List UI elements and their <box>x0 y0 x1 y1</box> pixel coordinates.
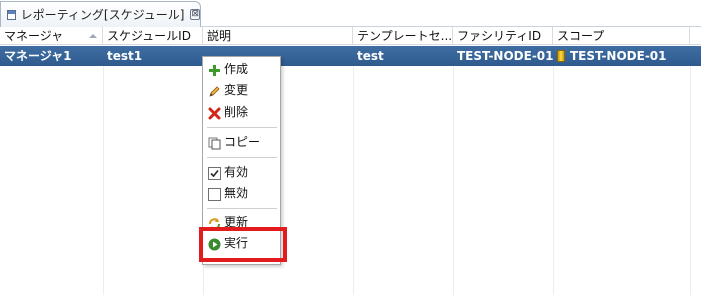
menu-item-label: コピー <box>224 135 261 149</box>
column-divider <box>553 46 554 295</box>
view-tab-bar: レポーティング[スケジュール] ⊠ <box>0 0 701 27</box>
delete-x-icon <box>208 106 221 119</box>
execute-highlight-box <box>199 227 287 262</box>
menu-item-label: 変更 <box>224 83 249 97</box>
table-header: マネージャ スケジュールID 説明 テンプレートセ... ファシリティID スコ… <box>0 27 701 45</box>
table-body: マネージャ1 test1 test TEST-NODE-01 TEST-NODE… <box>0 46 701 295</box>
cell-scope: TEST-NODE-01 <box>553 46 690 66</box>
column-header-scope[interactable]: スコープ <box>553 27 690 45</box>
cell-schedule-id: test1 <box>107 49 143 63</box>
menu-item-enable[interactable]: 有効 <box>203 162 280 182</box>
pencil-icon <box>208 84 221 97</box>
column-header-schedule-id[interactable]: スケジュールID <box>103 27 203 45</box>
column-header-facility-id[interactable]: ファシリティID <box>453 27 553 45</box>
menu-item-label: 有効 <box>224 165 249 179</box>
table-row[interactable]: マネージャ1 test1 test TEST-NODE-01 TEST-NODE… <box>0 46 701 66</box>
cell-scope-label: TEST-NODE-01 <box>570 49 667 63</box>
menu-item-disable[interactable]: 無効 <box>203 183 280 203</box>
column-header-manager[interactable]: マネージャ <box>0 27 103 45</box>
column-header-template-set[interactable]: テンプレートセ... <box>353 27 453 45</box>
view-window-icon <box>7 9 16 20</box>
menu-item-copy[interactable]: コピー <box>203 132 280 152</box>
sort-ascending-icon <box>89 34 97 38</box>
menu-item-create[interactable]: 作成 <box>203 59 280 79</box>
column-header-description[interactable]: 説明 <box>203 27 353 45</box>
menu-separator <box>207 208 277 209</box>
menu-item-label: 削除 <box>224 105 249 119</box>
menu-separator <box>207 157 277 158</box>
menu-item-label: 無効 <box>224 186 249 200</box>
cell-template-set: test <box>357 49 384 63</box>
column-divider <box>103 46 104 295</box>
tab-title: レポーティング[スケジュール] <box>20 8 185 22</box>
menu-item-modify[interactable]: 変更 <box>203 80 280 100</box>
node-icon <box>557 50 565 62</box>
cell-manager: マネージャ1 <box>4 49 72 63</box>
cell-facility-id: TEST-NODE-01 <box>457 49 554 63</box>
menu-item-delete[interactable]: 削除 <box>203 102 280 122</box>
close-icon[interactable]: ⊠ <box>190 9 200 20</box>
column-divider <box>353 46 354 295</box>
checkbox-unchecked-icon <box>208 187 221 201</box>
checkbox-checked-icon <box>208 166 221 180</box>
column-divider <box>453 46 454 295</box>
menu-item-label: 作成 <box>224 62 249 76</box>
add-icon <box>208 63 221 76</box>
copy-icon <box>208 136 221 149</box>
column-divider <box>690 46 691 295</box>
menu-separator <box>207 127 277 128</box>
reporting-schedule-tab[interactable]: レポーティング[スケジュール] ⊠ <box>0 1 201 27</box>
